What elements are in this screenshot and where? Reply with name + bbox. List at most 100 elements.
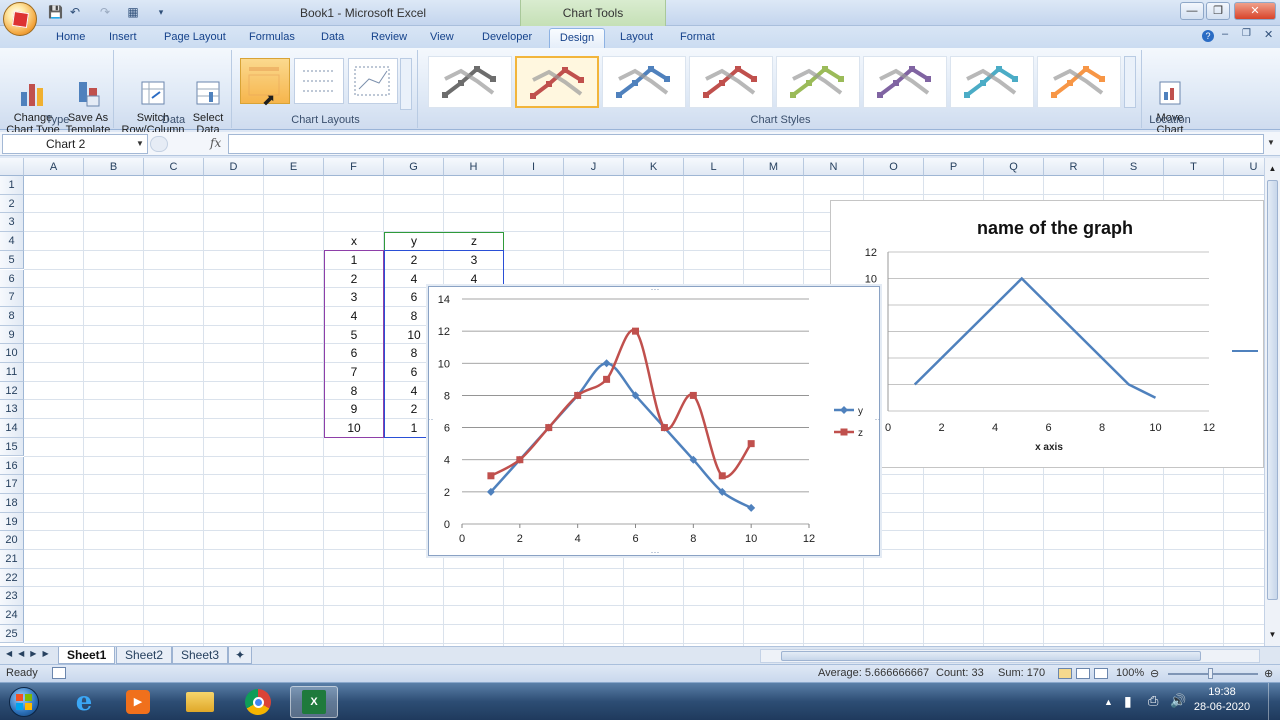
formula-expand-icon[interactable]: ▼ <box>1267 138 1275 147</box>
tab-developer[interactable]: Developer <box>474 28 540 48</box>
data-point-z[interactable] <box>516 456 524 464</box>
row-header-11[interactable]: 11 <box>0 363 24 382</box>
page-layout-view-icon[interactable] <box>1076 668 1090 679</box>
data-point-z[interactable] <box>574 391 582 399</box>
tray-show-hidden-icon[interactable]: ▲ <box>1104 697 1113 707</box>
sheet-tab-sheet1[interactable]: Sheet1 <box>58 647 116 664</box>
excel-taskbar-icon[interactable]: X <box>290 686 338 718</box>
start-button[interactable] <box>4 686 44 718</box>
column-header-q[interactable]: Q <box>984 158 1044 176</box>
tab-format[interactable]: Format <box>672 28 723 48</box>
row-header-6[interactable]: 6 <box>0 269 24 289</box>
column-header-j[interactable]: J <box>564 158 624 176</box>
row-header-18[interactable]: 18 <box>0 493 24 513</box>
undo-icon[interactable]: ↶ <box>68 5 82 19</box>
resize-handle[interactable]: ⋯ <box>651 284 660 294</box>
chart-style-7[interactable] <box>950 56 1034 108</box>
row-header-13[interactable]: 13 <box>0 400 24 420</box>
tab-data[interactable]: Data <box>313 28 352 48</box>
vertical-scrollbar[interactable]: ▲ ▼ <box>1264 158 1280 646</box>
row-header-20[interactable]: 20 <box>0 531 24 550</box>
data-point-z[interactable] <box>632 327 639 335</box>
chart-title[interactable]: name of the graph <box>977 218 1133 238</box>
row-header-21[interactable]: 21 <box>0 550 24 569</box>
row-header-22[interactable]: 22 <box>0 568 24 588</box>
vertical-scroll-thumb[interactable] <box>1267 180 1278 600</box>
chart-1[interactable]: name of the graph 12 10 0 2 4 6 8 10 12 x axis <box>830 200 1264 468</box>
help-icon[interactable]: ? <box>1202 30 1214 42</box>
column-header-m[interactable]: M <box>744 158 804 176</box>
column-header-c[interactable]: C <box>144 158 204 176</box>
zoom-slider-thumb[interactable] <box>1208 668 1213 679</box>
row-header-2[interactable]: 2 <box>0 194 24 214</box>
chart-style-4[interactable] <box>689 56 773 108</box>
row-header-9[interactable]: 9 <box>0 325 24 345</box>
data-point-z[interactable] <box>747 440 755 448</box>
volume-icon[interactable]: 🔊 <box>1170 693 1186 709</box>
sheet-tab-sheet2[interactable]: Sheet2 <box>116 647 173 664</box>
resize-handle[interactable]: ⋯ <box>651 547 660 557</box>
tab-home[interactable]: Home <box>48 28 93 48</box>
data-point-z[interactable] <box>689 391 697 399</box>
zoom-slider[interactable] <box>1168 673 1258 675</box>
select-all-corner[interactable] <box>0 158 24 176</box>
chart-layout-3[interactable] <box>348 58 398 104</box>
chart-style-3[interactable] <box>602 56 686 108</box>
chart-style-8[interactable] <box>1037 56 1121 108</box>
network-icon[interactable]: ⎙ <box>1148 693 1158 709</box>
zoom-level[interactable]: 100% <box>1116 667 1144 679</box>
row-header-12[interactable]: 12 <box>0 381 24 401</box>
office-button[interactable] <box>3 2 37 36</box>
data-point-z[interactable] <box>718 472 726 480</box>
row-header-24[interactable]: 24 <box>0 606 24 625</box>
row-header-8[interactable]: 8 <box>0 306 24 326</box>
name-box-dropdown-icon[interactable]: ▼ <box>136 139 144 148</box>
row-header-4[interactable]: 4 <box>0 232 24 251</box>
x-axis-title[interactable]: x axis <box>1035 442 1063 453</box>
row-header-5[interactable]: 5 <box>0 250 24 270</box>
save-icon[interactable]: 💾 <box>48 5 63 19</box>
series-line-1[interactable] <box>913 276 1157 399</box>
sheet-nav-icons[interactable]: ◀◀▶▶ <box>6 649 55 658</box>
row-header-14[interactable]: 14 <box>0 419 24 438</box>
table-header-x[interactable]: x <box>324 232 384 251</box>
column-header-f[interactable]: F <box>324 158 384 176</box>
row-header-10[interactable]: 10 <box>0 344 24 363</box>
macro-record-icon[interactable] <box>52 667 66 679</box>
column-header-t[interactable]: T <box>1164 158 1224 176</box>
data-point-z[interactable] <box>487 472 495 480</box>
column-header-h[interactable]: H <box>444 158 504 176</box>
tab-design[interactable]: Design <box>549 28 605 48</box>
data-point-y[interactable] <box>602 359 611 368</box>
ribbon-restore-icon[interactable]: ❐ <box>1242 28 1251 39</box>
normal-view-icon[interactable] <box>1058 668 1072 679</box>
chart-style-5[interactable] <box>776 56 860 108</box>
table-icon[interactable]: ▦ <box>126 5 140 19</box>
scroll-up-icon[interactable]: ▲ <box>1267 164 1278 176</box>
column-header-g[interactable]: G <box>384 158 444 176</box>
tab-insert[interactable]: Insert <box>101 28 145 48</box>
name-box[interactable]: Chart 2 <box>2 134 148 154</box>
clock[interactable]: 19:38 28-06-2020 <box>1192 686 1252 713</box>
column-header-p[interactable]: P <box>924 158 984 176</box>
media-player-icon[interactable]: ▶ <box>114 686 162 718</box>
scroll-down-icon[interactable]: ▼ <box>1267 630 1278 642</box>
column-header-a[interactable]: A <box>24 158 84 176</box>
series-line-z[interactable] <box>490 329 753 479</box>
data-point-y[interactable] <box>747 503 756 512</box>
close-button[interactable]: ✕ <box>1234 2 1276 20</box>
column-header-n[interactable]: N <box>804 158 864 176</box>
column-header-s[interactable]: S <box>1104 158 1164 176</box>
resize-handle[interactable]: ⋯ <box>875 414 884 424</box>
column-header-b[interactable]: B <box>84 158 144 176</box>
chart-style-1[interactable] <box>428 56 512 108</box>
tab-layout[interactable]: Layout <box>612 28 661 48</box>
worksheet-grid[interactable]: ABCDEFGHIJKLMNOPQRSTU 1 2 3 4 5 6 7 8 9 10 11 12 13 1… <box>0 158 1280 646</box>
insert-sheet-icon[interactable]: ✦ <box>228 647 253 664</box>
data-point-z[interactable] <box>660 424 668 432</box>
row-header-23[interactable]: 23 <box>0 587 24 607</box>
workbook-close-icon[interactable]: ✕ <box>1264 28 1273 41</box>
row-header-25[interactable]: 25 <box>0 624 24 644</box>
restore-button[interactable]: ❐ <box>1206 2 1230 20</box>
file-explorer-icon[interactable] <box>176 686 224 718</box>
